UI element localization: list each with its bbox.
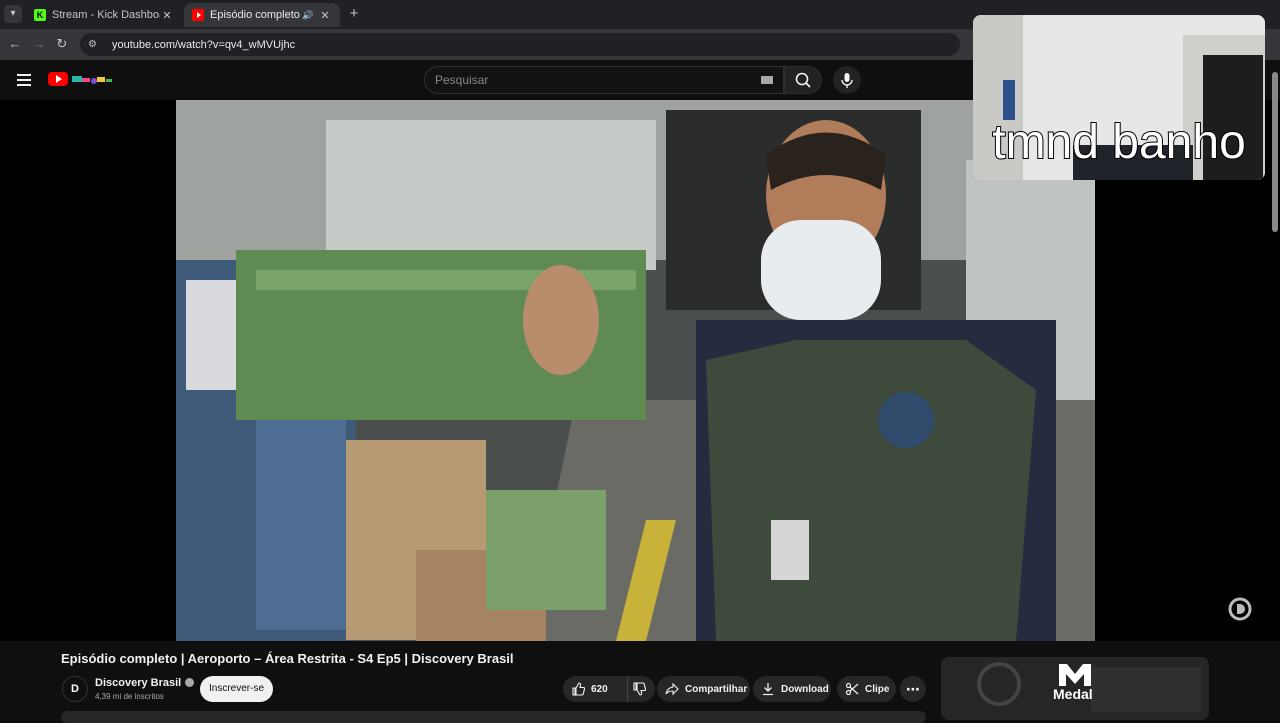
tab-kick-dashboard[interactable]: K Stream - Kick Dashboard ✕ xyxy=(26,3,182,27)
back-arrow-icon[interactable]: ← xyxy=(6,35,24,53)
like-button[interactable]: 620 xyxy=(571,676,628,702)
tab-close-icon[interactable]: ✕ xyxy=(160,9,174,22)
search-input[interactable] xyxy=(425,67,783,93)
tab-search-icon[interactable]: ▾ xyxy=(4,5,22,23)
video-player[interactable] xyxy=(0,100,1280,641)
verified-badge-icon xyxy=(185,678,195,687)
webcam-caption: tmnd banho xyxy=(991,115,1247,170)
like-dislike-group: 620 xyxy=(563,676,655,702)
channel-name-link[interactable]: Discovery Brasil xyxy=(95,677,195,689)
subscribe-button[interactable]: Inscrever-se xyxy=(200,676,273,702)
kick-icon: K xyxy=(34,9,46,21)
microphone-icon xyxy=(841,73,853,88)
tab-title: Episódio completo | Aeroporto – Área Res… xyxy=(210,9,302,21)
description-box[interactable] xyxy=(61,711,926,723)
tab-title: Stream - Kick Dashboard xyxy=(52,9,160,21)
medal-brand-text: Medal xyxy=(1053,686,1093,702)
speaker-icon[interactable]: 🔊 xyxy=(302,10,314,21)
search-icon xyxy=(795,72,811,88)
youtube-favicon-icon xyxy=(192,9,204,21)
tab-close-icon[interactable]: ✕ xyxy=(318,9,332,22)
thumbs-up-icon xyxy=(572,682,585,696)
hamburger-menu-icon[interactable] xyxy=(17,74,31,86)
keyboard-icon[interactable] xyxy=(761,76,773,84)
site-settings-icon[interactable]: ⚙ xyxy=(88,39,102,51)
more-icon: ⋯ xyxy=(906,680,920,697)
address-bar[interactable]: ⚙ youtube.com/watch?v=qv4_wMVUjhc xyxy=(80,33,960,56)
search-box[interactable] xyxy=(424,66,784,94)
scissors-icon xyxy=(845,682,859,696)
like-count: 620 xyxy=(591,683,608,695)
webcam-overlay: tmnd banho xyxy=(973,15,1265,180)
share-button[interactable]: Compartilhar xyxy=(657,676,750,702)
thumbs-down-icon xyxy=(632,682,646,696)
share-icon xyxy=(665,682,679,696)
video-title: Episódio completo | Aeroporto – Área Res… xyxy=(61,651,514,666)
dislike-button[interactable] xyxy=(628,676,655,702)
search-button[interactable] xyxy=(784,66,822,94)
download-icon xyxy=(763,683,773,696)
voice-search-button[interactable] xyxy=(833,66,861,94)
tab-youtube-video[interactable]: Episódio completo | Aeroporto – Área Res… xyxy=(184,3,340,27)
page-scrollbar[interactable] xyxy=(1270,60,1280,720)
youtube-logo-icon[interactable] xyxy=(48,72,68,86)
more-actions-button[interactable]: ⋯ xyxy=(900,676,926,702)
clip-label: Clipe xyxy=(865,683,890,695)
forward-arrow-icon[interactable]: → xyxy=(30,35,48,53)
url-text: youtube.com/watch?v=qv4_wMVUjhc xyxy=(112,38,296,51)
discovery-watermark-icon xyxy=(1228,597,1252,621)
reload-icon[interactable]: ↻ xyxy=(53,35,71,53)
youtube-doodle-icon[interactable] xyxy=(70,72,114,86)
subscriber-count: 4,39 mi de inscritos xyxy=(95,692,164,701)
video-frame[interactable] xyxy=(176,100,1095,641)
channel-name: Discovery Brasil xyxy=(95,677,182,689)
clip-button[interactable]: Clipe xyxy=(837,676,896,702)
channel-avatar[interactable]: D xyxy=(62,676,88,702)
share-label: Compartilhar xyxy=(685,683,748,695)
scrollbar-thumb[interactable] xyxy=(1272,72,1278,232)
download-button[interactable]: Download xyxy=(753,676,831,702)
new-tab-button[interactable]: + xyxy=(346,5,362,23)
download-label: Download xyxy=(781,683,829,695)
